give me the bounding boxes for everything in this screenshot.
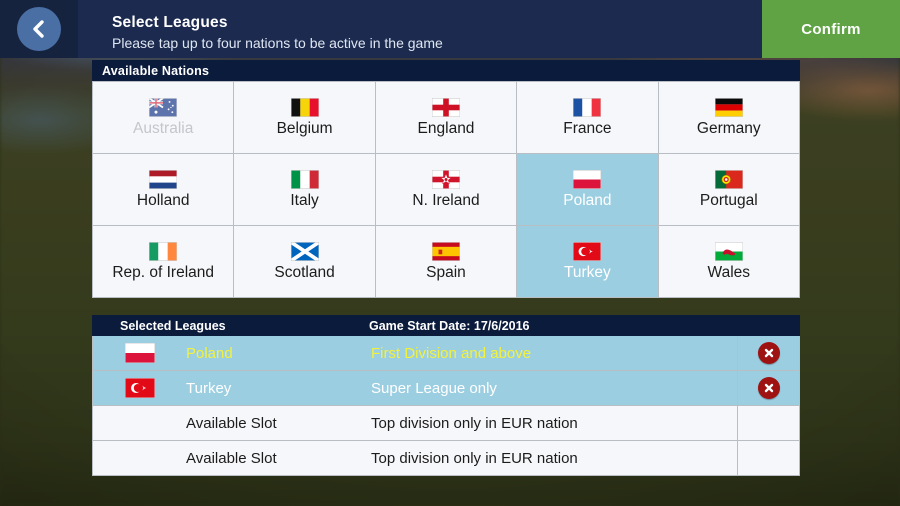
selected-league-row[interactable]: Available Slot Top division only in EUR n…	[93, 406, 799, 440]
nation-tile-label: France	[563, 119, 612, 137]
selected-league-action-cell	[737, 441, 799, 475]
selected-league-name: Available Slot	[186, 414, 277, 432]
nation-tile-label: Rep. of Ireland	[112, 263, 215, 281]
selected-league-row[interactable]: Available Slot Top division only in EUR n…	[93, 441, 799, 475]
nation-tile-label: Spain	[426, 263, 466, 281]
flag-scotland-icon	[289, 240, 320, 262]
available-nations-header: Available Nations	[92, 60, 800, 81]
selected-league-description: First Division and above	[371, 344, 532, 362]
selected-league-flag-cell	[93, 342, 186, 364]
flag-n-ireland-icon	[431, 169, 461, 189]
confirm-button[interactable]: Confirm	[762, 0, 900, 58]
flag-italy-icon	[290, 169, 320, 189]
header-title-zone: Select Leagues Please tap up to four nat…	[78, 0, 762, 58]
nation-tile-label: Belgium	[276, 119, 333, 137]
flag-spain-icon	[431, 241, 461, 261]
nation-tile-australia: Australia	[93, 82, 234, 153]
selected-league-row[interactable]: Poland First Division and above	[93, 336, 799, 370]
nation-tile-label: England	[417, 119, 475, 137]
nation-tile-belgium[interactable]: Belgium	[234, 82, 375, 153]
selected-league-action-cell	[737, 406, 799, 440]
flag-france-icon	[572, 97, 602, 117]
selected-league-name: Poland	[186, 344, 233, 362]
back-button-zone	[0, 0, 78, 58]
flag-poland-icon	[124, 342, 155, 364]
flag-australia-icon	[148, 96, 178, 117]
nation-tile-label: N. Ireland	[412, 191, 480, 209]
remove-league-button[interactable]	[757, 342, 780, 364]
selected-league-row[interactable]: Turkey Super League only	[93, 371, 799, 405]
flag-turkey-icon	[124, 377, 155, 399]
nation-tile-label: Germany	[696, 119, 761, 137]
flag-belgium-icon	[290, 97, 320, 117]
flag-england-icon	[431, 97, 461, 117]
nation-tile-rep-of-ireland[interactable]: Rep. of Ireland	[93, 226, 234, 297]
nation-tile-wales[interactable]: Wales	[658, 226, 799, 297]
nation-tile-label: Portugal	[699, 191, 758, 209]
confirm-button-label: Confirm	[801, 20, 861, 38]
selected-leagues-header: Selected Leagues Game Start Date: 17/6/2…	[92, 315, 800, 336]
nation-tile-label: Italy	[290, 191, 319, 209]
selected-league-description: Top division only in EUR nation	[371, 449, 578, 467]
selected-league-action-cell	[737, 371, 799, 405]
nation-tile-poland[interactable]: Poland	[517, 154, 658, 225]
nation-tile-england[interactable]: England	[375, 82, 517, 153]
flag-turkey-icon	[572, 241, 602, 261]
top-header-bar: Select Leagues Please tap up to four nat…	[0, 0, 900, 58]
chevron-left-icon	[28, 18, 50, 40]
nation-tile-label: Turkey	[563, 263, 611, 281]
nation-tile-portugal[interactable]: Portugal	[658, 154, 799, 225]
flag-germany-icon	[714, 97, 744, 117]
nation-tile-germany[interactable]: Germany	[658, 82, 799, 153]
nation-tile-n-ireland[interactable]: N. Ireland	[375, 154, 517, 225]
selected-leagues-title: Selected Leagues	[120, 318, 226, 333]
selected-leagues-panel: Selected Leagues Game Start Date: 17/6/2…	[92, 315, 800, 476]
available-nations-panel: Available Nations Australia Belgium Englan…	[92, 60, 800, 298]
nation-tile-scotland[interactable]: Scotland	[234, 226, 375, 297]
flag-ireland-icon	[148, 241, 178, 261]
selected-league-flag-cell	[93, 377, 186, 399]
flag-wales-icon	[714, 241, 744, 261]
nation-tile-label: Scotland	[274, 263, 335, 281]
nation-tile-label: Holland	[136, 191, 190, 209]
selected-league-description: Top division only in EUR nation	[371, 414, 578, 432]
selected-league-description: Super League only	[371, 379, 497, 397]
flag-poland-icon	[572, 169, 602, 189]
flag-holland-icon	[148, 169, 178, 189]
remove-league-button[interactable]	[757, 377, 780, 399]
nation-tile-label: Australia	[133, 119, 194, 137]
flag-portugal-icon	[714, 169, 744, 189]
nation-tile-france[interactable]: France	[517, 82, 658, 153]
nation-tile-italy[interactable]: Italy	[234, 154, 375, 225]
nations-grid: Australia Belgium England France Germany Holl…	[92, 81, 800, 298]
nation-tile-spain[interactable]: Spain	[375, 226, 517, 297]
game-start-date: Game Start Date: 17/6/2016	[369, 318, 530, 333]
nation-tile-holland[interactable]: Holland	[93, 154, 234, 225]
page-title: Select Leagues	[112, 13, 228, 31]
nation-tile-label: Wales	[707, 263, 751, 281]
nation-tile-label: Poland	[563, 191, 612, 209]
back-button[interactable]	[17, 7, 61, 51]
available-nations-title: Available Nations	[102, 63, 210, 78]
selected-leagues-rows: Poland First Division and above Turkey Supe…	[92, 336, 800, 476]
nation-tile-turkey[interactable]: Turkey	[517, 226, 658, 297]
selected-league-name: Available Slot	[186, 449, 277, 467]
selected-league-action-cell	[737, 336, 799, 370]
selected-league-name: Turkey	[186, 379, 232, 397]
page-subtitle: Please tap up to four nations to be acti…	[112, 34, 443, 51]
